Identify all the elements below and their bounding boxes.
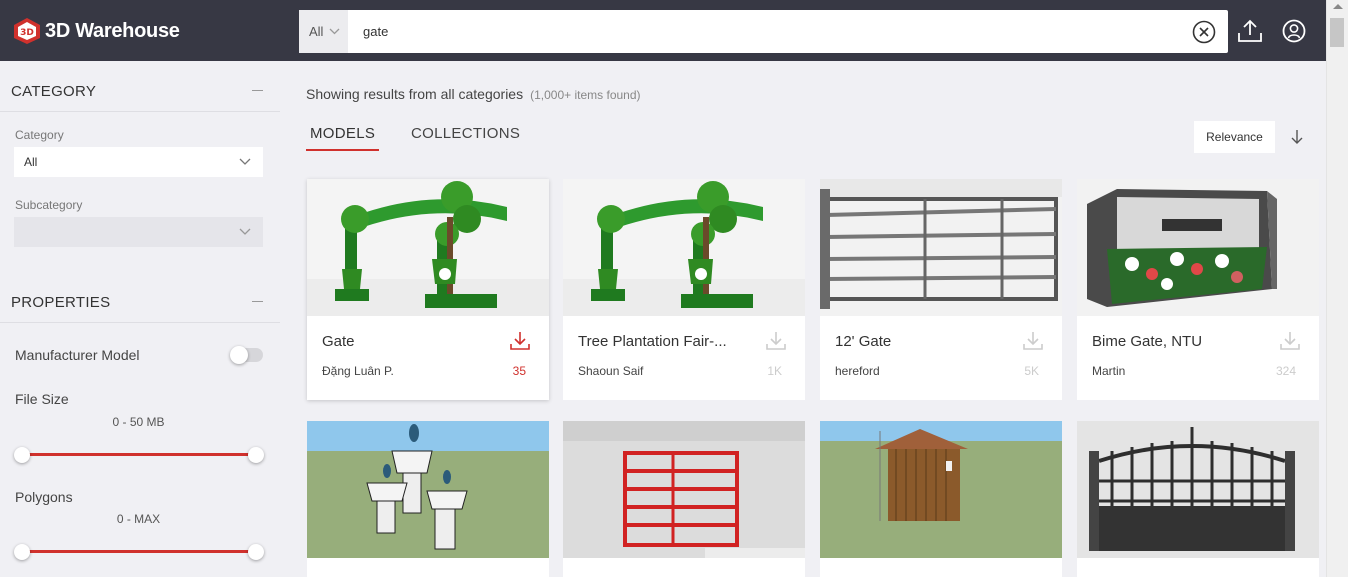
clear-search-icon[interactable]	[1192, 20, 1216, 44]
download-count: 35	[512, 364, 526, 378]
model-title[interactable]: Bime Gate, NTU	[1092, 333, 1272, 350]
search-scope-label: All	[309, 24, 324, 39]
model-card[interactable]: 12' Gate hereford 5K	[820, 179, 1062, 400]
download-count: 5K	[1024, 364, 1039, 378]
subcategory-label: Subcategory	[15, 198, 83, 212]
subcategory-select[interactable]	[14, 217, 263, 247]
chevron-down-icon	[329, 28, 340, 35]
file-size-label: File Size	[15, 391, 69, 407]
model-card[interactable]	[1077, 421, 1319, 577]
polygons-min-handle[interactable]	[14, 544, 30, 560]
model-card[interactable]: Bime Gate, NTU Martin 324	[1077, 179, 1319, 400]
model-title[interactable]: 12' Gate	[835, 333, 1015, 350]
download-icon[interactable]	[1280, 331, 1300, 351]
search-scope-select[interactable]: All	[299, 10, 348, 53]
model-title[interactable]: Tree Plantation Fair-...	[578, 333, 758, 350]
sort-select[interactable]: Relevance	[1194, 121, 1275, 153]
download-icon[interactable]	[768, 571, 782, 577]
properties-section-title: PROPERTIES	[11, 294, 111, 311]
polygons-max-handle[interactable]	[248, 544, 264, 560]
scroll-up-arrow-icon[interactable]	[1333, 4, 1343, 9]
model-card[interactable]: Tree Plantation Fair-... Shaoun Saif 1K	[563, 179, 805, 400]
brand-name: 3D Warehouse	[45, 19, 180, 42]
toggle-knob	[230, 346, 248, 364]
polygons-slider-track	[23, 550, 256, 553]
download-count: 1K	[767, 364, 782, 378]
user-account-icon[interactable]	[1282, 19, 1306, 43]
model-card[interactable]	[307, 421, 549, 577]
category-label: Category	[15, 128, 64, 142]
upload-icon[interactable]	[1237, 18, 1263, 44]
model-author[interactable]: Shaoun Saif	[578, 364, 643, 378]
model-author[interactable]: Martin	[1092, 364, 1125, 378]
model-author[interactable]: Đặng Luân P.	[322, 364, 394, 378]
model-thumbnail[interactable]	[307, 179, 549, 316]
model-title[interactable]: Gate	[322, 333, 502, 350]
active-tab-indicator	[306, 149, 379, 151]
collapse-properties-icon[interactable]	[252, 301, 263, 302]
file-size-max-handle[interactable]	[248, 447, 264, 463]
download-icon[interactable]	[1025, 571, 1039, 577]
model-thumbnail[interactable]	[1077, 421, 1319, 558]
model-thumbnail[interactable]	[820, 421, 1062, 558]
model-thumbnail[interactable]	[820, 179, 1062, 316]
model-author[interactable]: hereford	[835, 364, 880, 378]
download-icon[interactable]	[766, 331, 786, 351]
category-select[interactable]: All	[14, 147, 263, 177]
manufacturer-model-label: Manufacturer Model	[15, 347, 140, 363]
model-card[interactable]: Gate Đặng Luân P. 35	[307, 179, 549, 400]
brand-logo[interactable]: 3D 3D Warehouse	[12, 17, 180, 45]
model-thumbnail[interactable]	[563, 179, 805, 316]
results-summary: Showing results from all categories (1,00…	[306, 86, 641, 102]
manufacturer-model-toggle[interactable]	[230, 346, 263, 364]
collapse-category-icon[interactable]	[252, 90, 263, 91]
download-count: 324	[1275, 364, 1296, 378]
sort-direction-icon[interactable]	[1290, 128, 1304, 146]
polygons-range: 0 - MAX	[116, 512, 161, 526]
search-bar: All	[299, 10, 1228, 53]
download-icon[interactable]	[512, 571, 526, 577]
tab-collections[interactable]: COLLECTIONS	[411, 125, 520, 142]
download-icon[interactable]	[1023, 331, 1043, 351]
model-card[interactable]	[563, 421, 805, 577]
top-bar: 3D 3D Warehouse All	[0, 0, 1326, 61]
search-input[interactable]	[348, 10, 1178, 53]
category-section-title: CATEGORY	[11, 83, 97, 100]
filter-sidebar: CATEGORY Category All Subcategory PROPER…	[0, 61, 280, 577]
divider	[0, 322, 280, 323]
download-icon[interactable]	[510, 331, 530, 351]
results-count: (1,000+ items found)	[530, 88, 641, 102]
tab-models[interactable]: MODELS	[310, 125, 375, 142]
warehouse-logo-icon: 3D	[12, 17, 42, 45]
file-size-min-handle[interactable]	[14, 447, 30, 463]
download-icon[interactable]	[1282, 571, 1296, 577]
category-value: All	[24, 155, 38, 169]
file-size-slider-track	[23, 453, 256, 456]
polygons-label: Polygons	[15, 489, 73, 505]
page-scrollbar[interactable]	[1326, 0, 1348, 577]
results-text: Showing results from all categories	[306, 86, 524, 102]
model-card[interactable]	[820, 421, 1062, 577]
model-thumbnail[interactable]	[563, 421, 805, 558]
chevron-down-icon	[239, 228, 251, 235]
svg-text:3D: 3D	[20, 28, 34, 38]
scroll-thumb[interactable]	[1330, 18, 1344, 47]
model-thumbnail[interactable]	[307, 421, 549, 558]
model-thumbnail[interactable]	[1077, 179, 1319, 316]
divider	[0, 111, 280, 112]
chevron-down-icon	[239, 158, 251, 165]
file-size-range: 0 - 50 MB	[112, 415, 165, 429]
